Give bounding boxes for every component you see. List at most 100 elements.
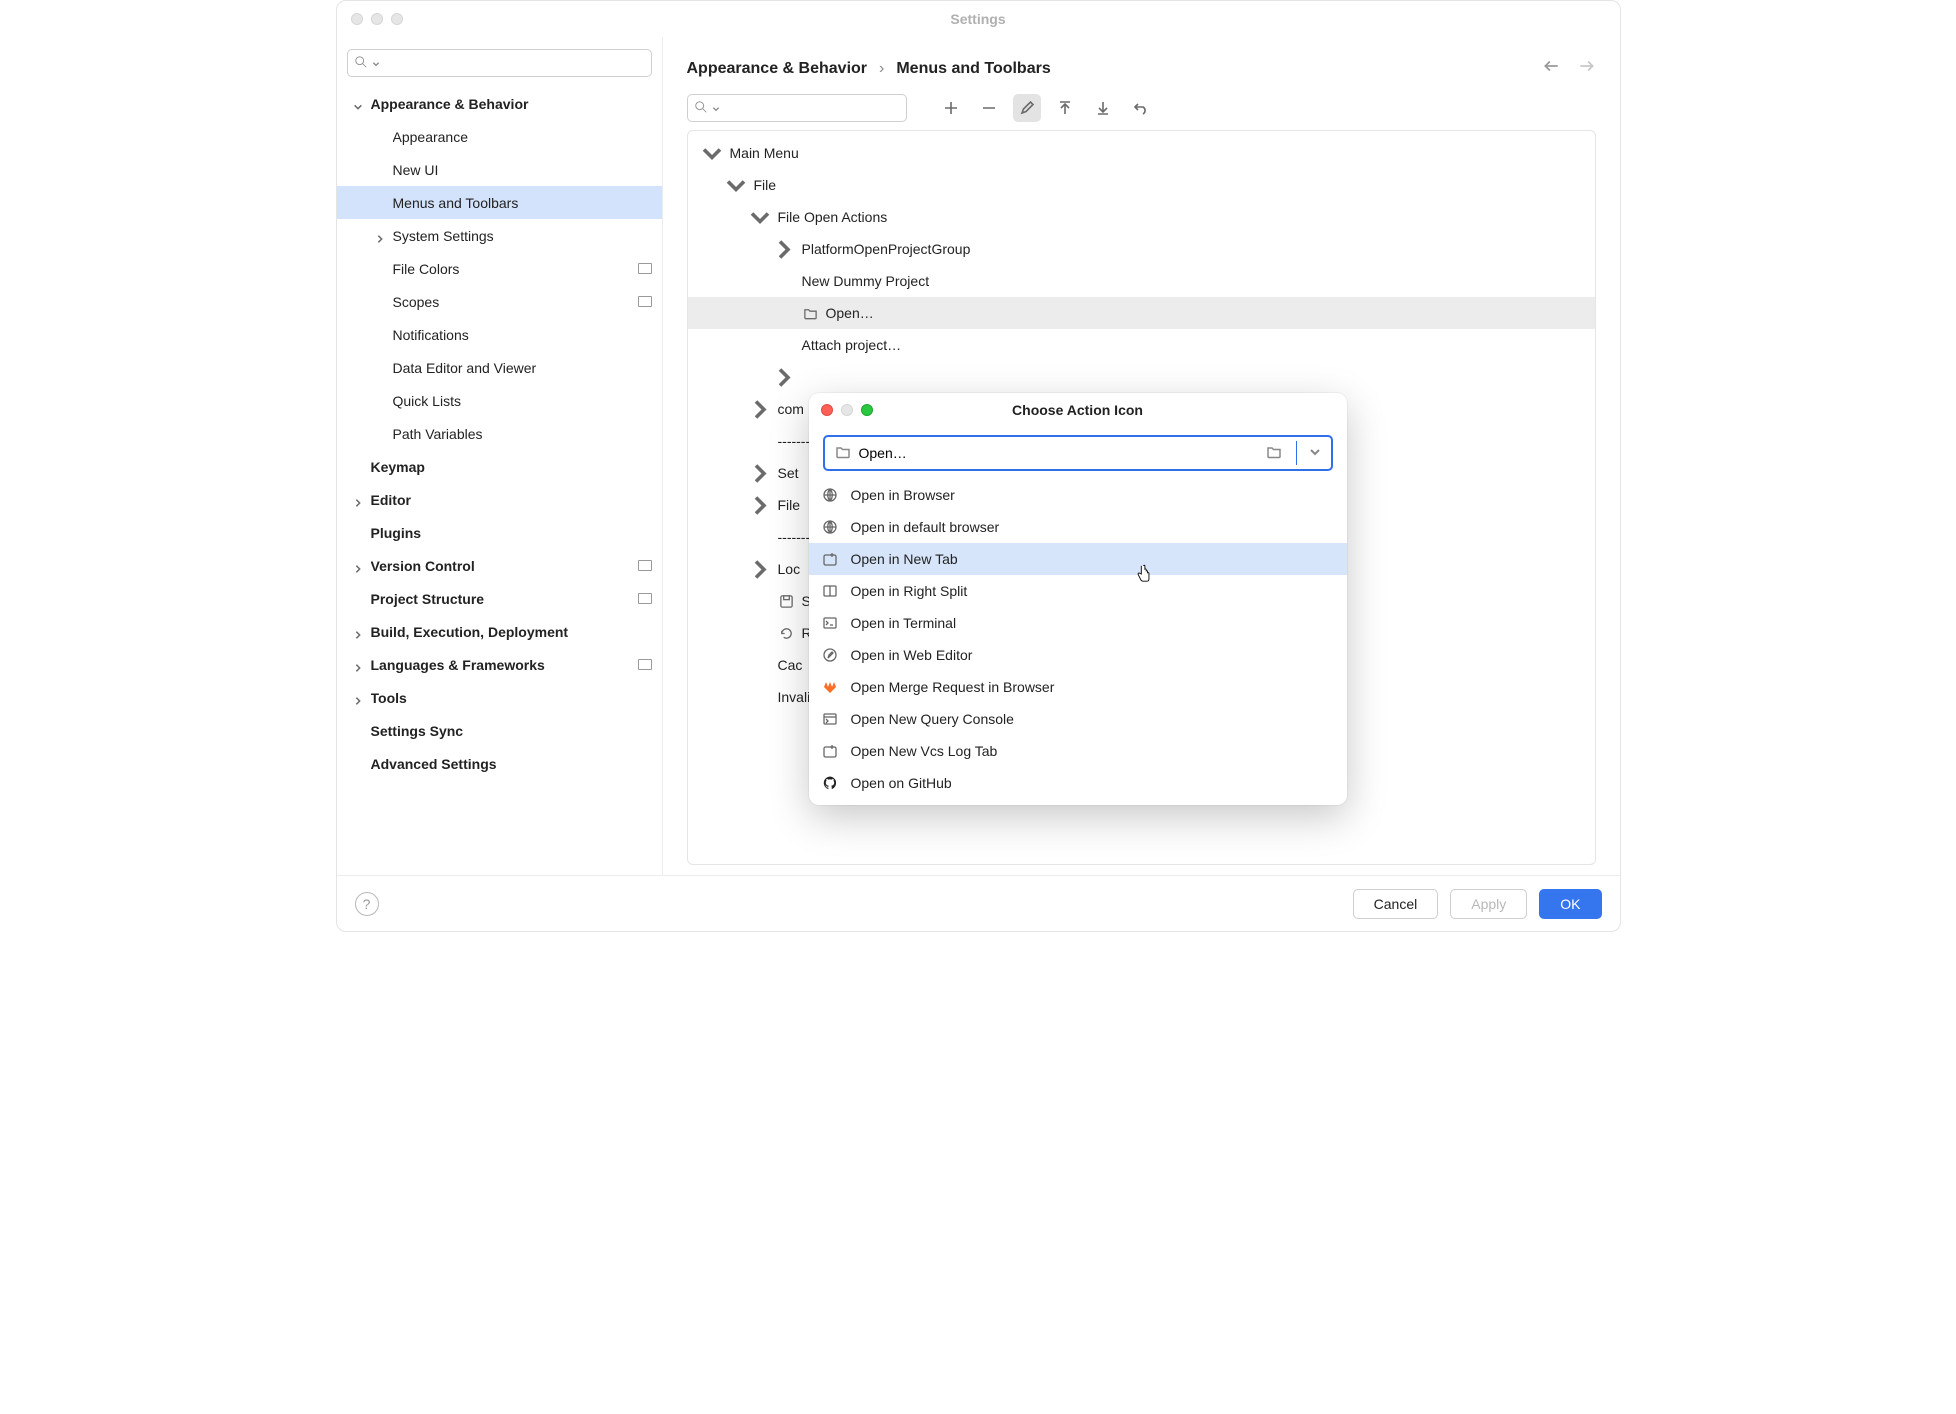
search-icon (694, 100, 708, 117)
chevron-right-icon[interactable] (772, 236, 796, 263)
search-icon (354, 55, 368, 72)
sidebar-item-label: Data Editor and Viewer (393, 360, 652, 376)
forward-button[interactable] (1578, 57, 1596, 80)
project-scope-icon (638, 659, 652, 670)
apply-button[interactable]: Apply (1450, 889, 1527, 919)
sidebar-item[interactable]: Advanced Settings (337, 747, 662, 780)
icon-option[interactable]: Open New Vcs Log Tab (809, 735, 1347, 767)
restore-defaults-button[interactable] (1127, 94, 1155, 122)
sidebar-item[interactable]: Appearance (337, 120, 662, 153)
sidebar-item[interactable]: Scopes (337, 285, 662, 318)
sidebar-item-label: System Settings (393, 228, 652, 244)
chevron-right-icon[interactable] (375, 231, 385, 241)
chevron-right-icon[interactable] (748, 460, 772, 487)
chevron-right-icon[interactable] (353, 693, 363, 703)
chevron-down-icon[interactable] (353, 99, 363, 109)
ok-button[interactable]: OK (1539, 889, 1601, 919)
sidebar-item[interactable]: Menus and Toolbars (337, 186, 662, 219)
icon-option[interactable]: Open in Browser (809, 479, 1347, 511)
sidebar-item[interactable]: Settings Sync (337, 714, 662, 747)
chevron-down-icon[interactable] (700, 140, 724, 167)
icon-option-label: Open in Right Split (851, 583, 968, 599)
icon-option[interactable]: Open in Terminal (809, 607, 1347, 639)
sidebar-item[interactable]: Version Control (337, 549, 662, 582)
sidebar-item[interactable]: System Settings (337, 219, 662, 252)
tree-row[interactable]: File (688, 169, 1595, 201)
sidebar-item[interactable]: Tools (337, 681, 662, 714)
sidebar-item[interactable]: Notifications (337, 318, 662, 351)
chevron-down-icon[interactable] (724, 172, 748, 199)
sidebar-item-label: Advanced Settings (371, 756, 652, 772)
move-up-button[interactable] (1051, 94, 1079, 122)
icon-option[interactable]: Open in Web Editor (809, 639, 1347, 671)
icon-option[interactable]: Open on GitHub (809, 767, 1347, 799)
chevron-right-icon[interactable] (748, 396, 772, 423)
sidebar-search-input[interactable] (384, 56, 645, 71)
sidebar-item-label: Version Control (371, 558, 638, 574)
tree-row-label: Loc (778, 561, 801, 577)
sidebar-item[interactable]: Data Editor and Viewer (337, 351, 662, 384)
titlebar: Settings (337, 1, 1620, 37)
breadcrumb-root[interactable]: Appearance & Behavior (687, 60, 868, 78)
edit-icon-button[interactable] (1013, 94, 1041, 122)
sidebar-item[interactable]: Keymap (337, 450, 662, 483)
chevron-right-icon[interactable] (748, 556, 772, 583)
chevron-right-icon[interactable] (353, 561, 363, 571)
tree-row[interactable]: Open… (688, 297, 1595, 329)
tree-row-label: com (778, 401, 804, 417)
sidebar-item[interactable]: Quick Lists (337, 384, 662, 417)
add-action-button[interactable] (937, 94, 965, 122)
sidebar-item-label: Scopes (393, 294, 638, 310)
dropdown-toggle[interactable] (1305, 445, 1325, 461)
sidebar: Appearance & BehaviorAppearanceNew UIMen… (337, 37, 663, 875)
tree-row[interactable]: Main Menu (688, 137, 1595, 169)
tree-row-label: New Dummy Project (802, 273, 930, 289)
icon-option[interactable]: Open New Query Console (809, 703, 1347, 735)
remove-action-button[interactable] (975, 94, 1003, 122)
chevron-right-icon[interactable] (353, 627, 363, 637)
sidebar-item-label: Path Variables (393, 426, 652, 442)
icon-option[interactable]: Open Merge Request in Browser (809, 671, 1347, 703)
sidebar-item[interactable]: Path Variables (337, 417, 662, 450)
sidebar-item[interactable]: Plugins (337, 516, 662, 549)
chevron-down-icon[interactable] (748, 204, 772, 231)
chevron-right-icon[interactable] (353, 495, 363, 505)
tree-row[interactable] (688, 361, 1595, 393)
newtab-icon (821, 743, 839, 759)
sidebar-item[interactable]: Build, Execution, Deployment (337, 615, 662, 648)
chevron-right-icon[interactable] (748, 492, 772, 519)
chevron-right-icon[interactable] (772, 364, 796, 391)
tree-search[interactable] (687, 94, 907, 122)
tree-search-input[interactable] (724, 101, 901, 116)
sidebar-item[interactable]: Project Structure (337, 582, 662, 615)
sidebar-item[interactable]: File Colors (337, 252, 662, 285)
tree-row[interactable]: New Dummy Project (688, 265, 1595, 297)
split-icon (821, 583, 839, 599)
icon-path-field[interactable] (823, 435, 1333, 471)
sidebar-item-label: Languages & Frameworks (371, 657, 638, 673)
folder-icon (835, 444, 851, 463)
icon-options-list: Open in Browser Open in default browser Op… (809, 479, 1347, 799)
sidebar-item[interactable]: Appearance & Behavior (337, 87, 662, 120)
sidebar-item[interactable]: Languages & Frameworks (337, 648, 662, 681)
cancel-button[interactable]: Cancel (1353, 889, 1439, 919)
tree-row-label: Set (778, 465, 799, 481)
icon-option[interactable]: Open in Right Split (809, 575, 1347, 607)
browse-icon[interactable] (1266, 444, 1282, 463)
move-down-button[interactable] (1089, 94, 1117, 122)
tree-row[interactable]: File Open Actions (688, 201, 1595, 233)
chevron-right-icon[interactable] (353, 660, 363, 670)
sidebar-item[interactable]: Editor (337, 483, 662, 516)
back-button[interactable] (1542, 57, 1560, 80)
folder-icon (802, 306, 820, 321)
icon-option[interactable]: Open in New Tab (809, 543, 1347, 575)
sidebar-search[interactable] (347, 49, 652, 77)
sidebar-item[interactable]: New UI (337, 153, 662, 186)
tree-row[interactable]: PlatformOpenProjectGroup (688, 233, 1595, 265)
icon-path-input[interactable] (859, 445, 1258, 461)
icon-option[interactable]: Open in default browser (809, 511, 1347, 543)
icon-option-label: Open in default browser (851, 519, 1000, 535)
globe-icon (821, 487, 839, 503)
tree-row[interactable]: Attach project… (688, 329, 1595, 361)
help-button[interactable]: ? (355, 892, 379, 916)
